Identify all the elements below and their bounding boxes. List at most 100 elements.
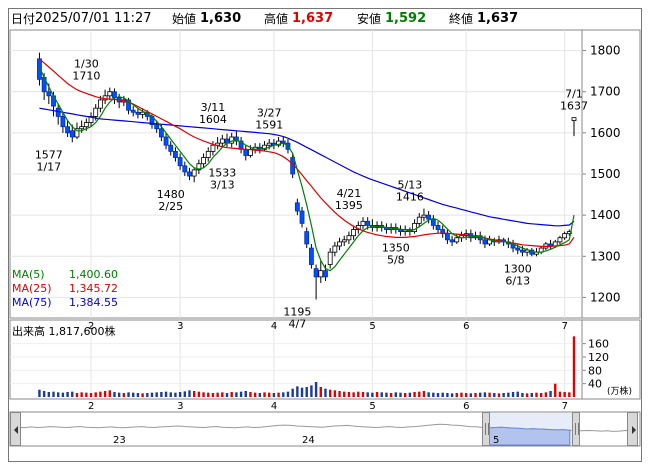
candle-body [435,225,441,230]
candle-body [365,220,371,226]
volume-bar [211,393,215,397]
volume-bar [178,392,182,397]
volume-bar [89,393,93,397]
annotation-label: 4/7 [288,317,306,330]
volume-month-tick-label: 5 [369,401,375,412]
volume-tick-label: 120 [588,351,609,364]
volume-bar [324,388,327,397]
candle-body [449,239,455,243]
volume-bar [169,392,172,397]
volume-bar [291,388,294,397]
candle-body [135,111,141,115]
volume-bar [239,391,243,397]
ma75-line [39,107,575,227]
candle-body [69,130,75,138]
volume-bar [235,392,238,397]
candle-body [346,235,352,241]
candle-body [515,247,521,251]
navigator-selection-window [486,413,576,445]
ma75-value: 1,384.55 [69,296,118,309]
volume-bar [197,391,201,397]
volume-bar [436,393,440,397]
candle-body [83,122,89,128]
candle-body [266,142,272,146]
volume-bar [403,393,407,397]
volume-bar [160,392,163,397]
volume-bar [221,392,224,397]
volume-bar [314,382,318,397]
candle-body [562,233,568,239]
candle-body [191,169,197,177]
volume-bar [71,391,74,397]
candle-body [426,214,432,220]
volume-bar [113,392,116,397]
navigator-range-end-handle[interactable] [572,412,580,446]
volume-bar [568,392,571,397]
price-tick-label: 1800 [590,44,621,58]
candle-body [304,231,310,245]
volume-bar [132,392,135,397]
candle-body [430,218,436,226]
volume-bar [57,392,60,397]
ma75-label: MA(75) [12,296,52,309]
volume-bar [66,392,69,397]
volume-bar [258,393,262,397]
volume-bar [375,392,379,397]
volume-bar [497,393,501,397]
candle-body [163,136,169,146]
month-tick-label: 7 [562,321,568,332]
annotation-label: 1395 [335,199,363,212]
volume-bar [188,390,191,397]
price-tick-label: 1300 [590,249,621,263]
navigator-scroll-left-button[interactable] [10,412,21,446]
volume-bar [474,393,477,397]
candle-body [557,237,563,243]
volume-bar [380,392,383,397]
volume-bar [75,393,79,397]
annotation-label: 5/8 [387,254,405,267]
candle-body [201,157,206,165]
candle-body [173,150,178,158]
volume-bar [432,392,435,397]
volume-bar [455,393,458,397]
volume-bar [464,393,468,397]
volume-bar [244,391,247,397]
volume-bar [572,336,576,397]
candle-body [219,138,225,144]
volume-bar [146,393,149,397]
candle-body [332,245,338,253]
volume-bar [521,393,524,397]
navigator-scroll-right-button[interactable] [627,412,638,446]
annotation-label: 1710 [72,70,100,83]
volume-bar [554,383,557,397]
volume-bar [141,393,144,397]
ma25-line [39,58,575,247]
price-tick-label: 1500 [590,167,621,181]
volume-bar [549,391,552,397]
volume-bar [418,391,421,397]
candle-body [444,233,450,241]
volume-bar [202,392,205,397]
price-tick-label: 1200 [590,290,621,304]
candle-body [154,124,160,130]
candle-body [318,270,324,278]
navigator-range-start-handle[interactable] [482,412,490,446]
candle-body [158,128,164,138]
volume-bar [469,393,473,397]
candle-body [571,117,577,121]
volume-bar [488,392,491,397]
candle-body [98,99,103,109]
volume-bar [460,392,463,397]
volume-bar [38,389,41,397]
volume-bar [61,392,65,397]
volume-bar [174,392,177,397]
volume-bar [450,393,454,397]
candle-body [327,251,333,265]
ma25-value: 1,345.72 [69,282,118,295]
navigator-label: 5 [493,435,499,446]
volume-bar [328,389,332,397]
annotation-label: 6/13 [505,274,530,287]
volume-bar [427,392,430,397]
volume-bar [305,387,308,397]
volume-bar [94,392,97,397]
